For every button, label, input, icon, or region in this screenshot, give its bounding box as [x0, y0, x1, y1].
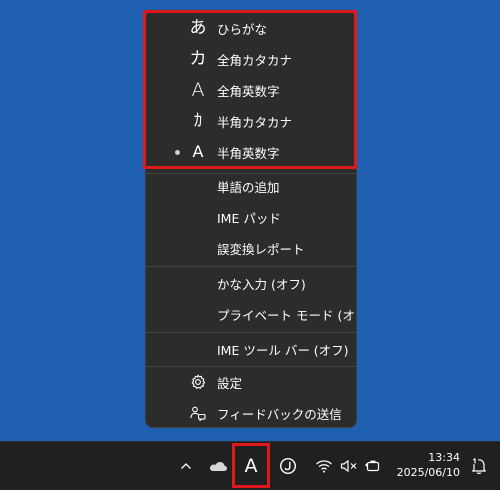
onedrive-cloud-icon[interactable]	[206, 454, 230, 478]
wifi-icon[interactable]	[314, 455, 334, 477]
menu-item-label: 半角英数字	[217, 145, 280, 161]
menu-item-label: ひらがな	[217, 21, 268, 37]
clock-time: 13:34	[428, 451, 460, 464]
menu-item-label: 誤変換レポート	[217, 241, 305, 257]
halfwidth-katakana-mode-icon: ｶ	[193, 110, 203, 131]
show-hidden-icons-chevron-icon[interactable]	[177, 454, 195, 478]
system-clock[interactable]: 13:34 2025/06/10	[397, 450, 460, 480]
menu-item-label: 全角カタカナ	[217, 52, 293, 68]
menu-divider	[146, 332, 356, 333]
menu-item-label: IME パッド	[217, 210, 281, 226]
ime-mode-indicator[interactable]: A	[238, 450, 264, 482]
menu-item-label: IME ツール バー (オフ)	[217, 342, 349, 358]
menu-divider	[146, 266, 356, 267]
ime-j-icon[interactable]	[276, 454, 300, 478]
halfwidth-alpha-mode-icon: A	[192, 142, 204, 161]
ime-context-menu: あ ひらがな カ 全角カタカナ A 全角英数字 ｶ 半角カタカナ A 半角英数字…	[145, 10, 357, 428]
menu-item-halfwidth-alphanumeric[interactable]: A 半角英数字	[146, 137, 356, 167]
menu-item-settings[interactable]: 設定	[146, 367, 356, 397]
menu-item-label: フィードバックの送信	[217, 406, 342, 422]
menu-item-label: かな入力 (オフ)	[217, 276, 306, 292]
clock-date: 2025/06/10	[396, 466, 460, 479]
menu-item-label: 全角英数字	[217, 83, 280, 99]
menu-item-halfwidth-katakana[interactable]: ｶ 半角カタカナ	[146, 106, 356, 136]
menu-item-label: 設定	[217, 375, 243, 391]
selected-bullet-icon	[175, 150, 180, 155]
menu-item-fullwidth-alphanumeric[interactable]: A 全角英数字	[146, 75, 356, 105]
menu-item-label: 単語の追加	[217, 179, 280, 195]
menu-item-conversion-report[interactable]: 誤変換レポート	[146, 233, 356, 263]
menu-item-kana-input[interactable]: かな入力 (オフ)	[146, 268, 356, 298]
menu-item-ime-toolbar[interactable]: IME ツール バー (オフ)	[146, 334, 356, 364]
katakana-mode-icon: カ	[189, 48, 207, 69]
menu-item-private-mode[interactable]: プライベート モード (オフ)	[146, 299, 357, 329]
battery-icon[interactable]	[362, 455, 384, 477]
taskbar: A 13:34 2025/06/10	[0, 441, 500, 490]
menu-item-label: プライベート モード (オフ)	[217, 307, 357, 323]
menu-item-ime-pad[interactable]: IME パッド	[146, 202, 356, 232]
menu-item-add-word[interactable]: 単語の追加	[146, 171, 356, 201]
menu-item-fullwidth-katakana[interactable]: カ 全角カタカナ	[146, 44, 356, 74]
feedback-icon	[186, 398, 210, 427]
volume-muted-icon[interactable]	[339, 455, 359, 477]
hiragana-mode-icon: あ	[189, 17, 207, 38]
menu-item-hiragana[interactable]: あ ひらがな	[146, 13, 356, 43]
menu-item-label: 半角カタカナ	[217, 114, 293, 130]
menu-item-send-feedback[interactable]: フィードバックの送信	[146, 398, 356, 427]
gear-icon	[186, 367, 210, 397]
fullwidth-alpha-mode-icon: A	[191, 78, 205, 101]
notification-bell-icon[interactable]	[468, 453, 490, 479]
